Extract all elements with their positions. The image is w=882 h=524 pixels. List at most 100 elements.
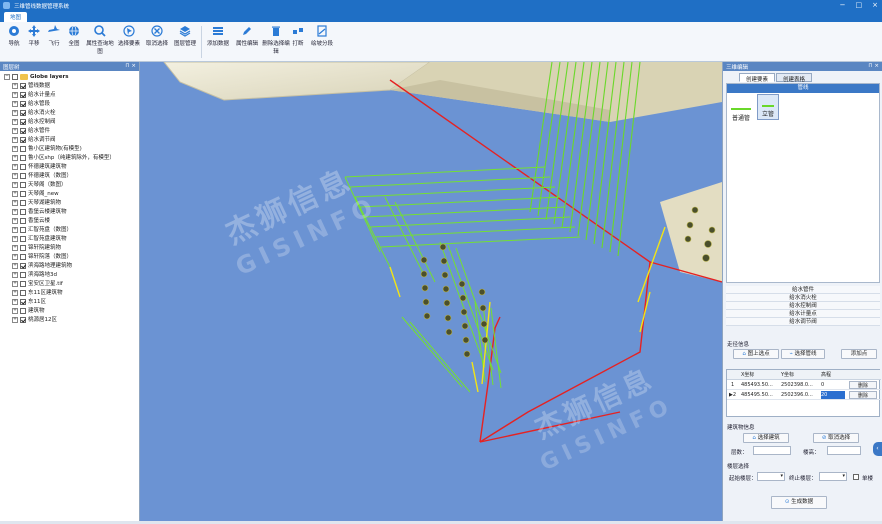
layer-tree-item[interactable]: + 给水调节阀 bbox=[4, 136, 139, 145]
layer-tree-item[interactable]: + 汇智苑盘（数图） bbox=[4, 226, 139, 235]
select-feature-button[interactable]: 选择要素 bbox=[116, 25, 142, 60]
expand-icon[interactable]: + bbox=[12, 172, 18, 179]
pipe-type-riser[interactable]: 立管 bbox=[757, 94, 779, 120]
query-map-button[interactable]: 属性查询地图 bbox=[86, 25, 114, 60]
layer-tree-item[interactable]: + 天琴阁（数图） bbox=[4, 181, 139, 190]
expand-icon[interactable]: + bbox=[12, 298, 18, 305]
expand-icon[interactable]: + bbox=[12, 316, 18, 323]
close-button[interactable]: × bbox=[872, 1, 878, 9]
layer-checkbox[interactable] bbox=[20, 91, 26, 98]
expand-icon[interactable]: + bbox=[12, 91, 18, 98]
layer-tree-item[interactable]: + 宝安区卫星.tif bbox=[4, 280, 139, 289]
layer-tree-item[interactable]: + 天琴阁_new bbox=[4, 190, 139, 199]
layer-tree-item[interactable]: + 东11区建筑物 bbox=[4, 289, 139, 298]
collapse-panel-button[interactable]: ‹ bbox=[873, 442, 882, 456]
layer-checkbox[interactable] bbox=[20, 226, 26, 233]
cancel-select-button[interactable]: 取消选择 bbox=[144, 25, 170, 60]
layer-tree-item[interactable]: + 给水管段 bbox=[4, 100, 139, 109]
expand-icon[interactable]: + bbox=[12, 109, 18, 116]
layer-tree-item[interactable]: + 锦轩院落（数图） bbox=[4, 253, 139, 262]
tab-create-table[interactable]: 创建表格 bbox=[776, 73, 813, 83]
maximize-button[interactable]: □ bbox=[856, 1, 863, 9]
edit-attribute-button[interactable]: 属性编辑 bbox=[233, 25, 261, 60]
add-data-button[interactable]: 添加数据 bbox=[204, 25, 232, 60]
table-row[interactable]: ▶2 485495.50... 2502396.0... 20 删除 bbox=[727, 390, 881, 400]
full-extent-button[interactable]: 全图 bbox=[61, 25, 87, 60]
collapse-icon[interactable]: − bbox=[4, 73, 10, 80]
layer-manage-button[interactable]: 图层管理 bbox=[172, 25, 198, 60]
expand-icon[interactable]: + bbox=[12, 154, 18, 161]
feature-layer-item[interactable]: 给水控制阀 bbox=[726, 302, 880, 310]
layer-checkbox[interactable] bbox=[20, 199, 26, 206]
layer-checkbox[interactable] bbox=[20, 208, 26, 215]
expand-icon[interactable]: + bbox=[12, 100, 18, 107]
layer-checkbox[interactable] bbox=[20, 244, 26, 251]
expand-icon[interactable]: + bbox=[12, 199, 18, 206]
feature-layer-item[interactable]: 给水消火栓 bbox=[726, 294, 880, 302]
expand-icon[interactable]: + bbox=[12, 208, 18, 215]
feature-layer-item[interactable]: 给水调节阀 bbox=[726, 318, 880, 326]
layer-checkbox[interactable] bbox=[20, 109, 26, 116]
expand-icon[interactable]: + bbox=[12, 181, 18, 188]
break-button[interactable]: 打断 bbox=[287, 25, 309, 60]
layer-tree-item[interactable]: + 汇智苑盘建筑物 bbox=[4, 235, 139, 244]
tree-root[interactable]: − Globe layers bbox=[4, 73, 139, 82]
layer-checkbox[interactable] bbox=[20, 253, 26, 260]
generate-data-button[interactable]: ⊙ 生成数据 bbox=[771, 496, 827, 509]
layer-checkbox[interactable] bbox=[20, 118, 26, 125]
minimize-button[interactable]: − bbox=[840, 1, 846, 9]
cancel-building-button[interactable]: ⊘ 取消选择 bbox=[813, 433, 859, 443]
layer-tree-item[interactable]: + 东11区 bbox=[4, 298, 139, 307]
expand-icon[interactable]: + bbox=[12, 82, 18, 89]
expand-icon[interactable]: + bbox=[12, 136, 18, 143]
layer-checkbox[interactable] bbox=[20, 145, 26, 152]
tab-map[interactable]: 地图 bbox=[4, 12, 28, 22]
layer-tree-item[interactable]: + 滨海路地理建筑物 bbox=[4, 262, 139, 271]
delete-select-button[interactable]: 删除选择编辑 bbox=[262, 25, 290, 60]
pipe-type-normal[interactable]: 普通管 bbox=[731, 98, 751, 122]
layer-checkbox[interactable] bbox=[20, 217, 26, 224]
layer-tree-item[interactable]: + 香堡云楼 bbox=[4, 217, 139, 226]
single-floor-checkbox[interactable] bbox=[853, 474, 859, 480]
layer-tree-item[interactable]: + 给水控制阀 bbox=[4, 118, 139, 127]
expand-icon[interactable]: + bbox=[12, 289, 18, 296]
layer-tree-item[interactable]: + 锦轩院建筑物 bbox=[4, 244, 139, 253]
expand-icon[interactable]: + bbox=[12, 163, 18, 170]
layer-tree-item[interactable]: + 滨海路地3d bbox=[4, 271, 139, 280]
layer-tree-item[interactable]: + 桃源居12区 bbox=[4, 316, 139, 325]
layer-checkbox[interactable] bbox=[20, 280, 26, 287]
expand-icon[interactable]: + bbox=[12, 127, 18, 134]
expand-icon[interactable]: + bbox=[12, 253, 18, 260]
layer-checkbox[interactable] bbox=[20, 100, 26, 107]
start-floor-select[interactable] bbox=[757, 472, 785, 481]
expand-icon[interactable]: + bbox=[12, 190, 18, 197]
slope-segment-button[interactable]: 绘坡分段 bbox=[308, 25, 336, 60]
end-floor-select[interactable] bbox=[819, 472, 847, 481]
map-pick-button[interactable]: ⌂ 图上选点 bbox=[733, 349, 779, 359]
globe-3d-view[interactable]: 杰狮信息 GISINFO 杰狮信息 GISINFO bbox=[140, 62, 722, 524]
select-line-button[interactable]: ⌁ 选择管线 bbox=[781, 349, 825, 359]
layer-checkbox[interactable] bbox=[20, 154, 26, 161]
layer-checkbox[interactable] bbox=[20, 136, 26, 143]
tab-create-feature[interactable]: 创建要素 bbox=[739, 73, 776, 83]
expand-icon[interactable]: + bbox=[12, 262, 18, 269]
delete-row-button[interactable]: 删除 bbox=[849, 381, 877, 389]
layer-tree-item[interactable]: + 鲁小区建筑物(有模型) bbox=[4, 145, 139, 154]
layer-checkbox[interactable] bbox=[20, 181, 26, 188]
panel-pin-icon[interactable]: ⊓ × bbox=[868, 63, 879, 69]
layer-tree-item[interactable]: + 鲁小区shp（纯建筑除外，有模型） bbox=[4, 154, 139, 163]
select-building-button[interactable]: ⌂ 选择建筑 bbox=[743, 433, 789, 443]
layer-checkbox[interactable] bbox=[20, 298, 26, 305]
layer-tree-item[interactable]: + 给水消火栓 bbox=[4, 109, 139, 118]
checkbox[interactable] bbox=[12, 73, 18, 80]
layer-tree-item[interactable]: + 怀德建筑建筑物 bbox=[4, 163, 139, 172]
layer-checkbox[interactable] bbox=[20, 190, 26, 197]
layer-checkbox[interactable] bbox=[20, 172, 26, 179]
layer-checkbox[interactable] bbox=[20, 307, 26, 314]
layer-tree-item[interactable]: + 管线数据 bbox=[4, 82, 139, 91]
layer-tree-item[interactable]: + 怀德建筑（数图） bbox=[4, 172, 139, 181]
expand-icon[interactable]: + bbox=[12, 244, 18, 251]
layer-checkbox[interactable] bbox=[20, 82, 26, 89]
expand-icon[interactable]: + bbox=[12, 307, 18, 314]
layer-checkbox[interactable] bbox=[20, 163, 26, 170]
